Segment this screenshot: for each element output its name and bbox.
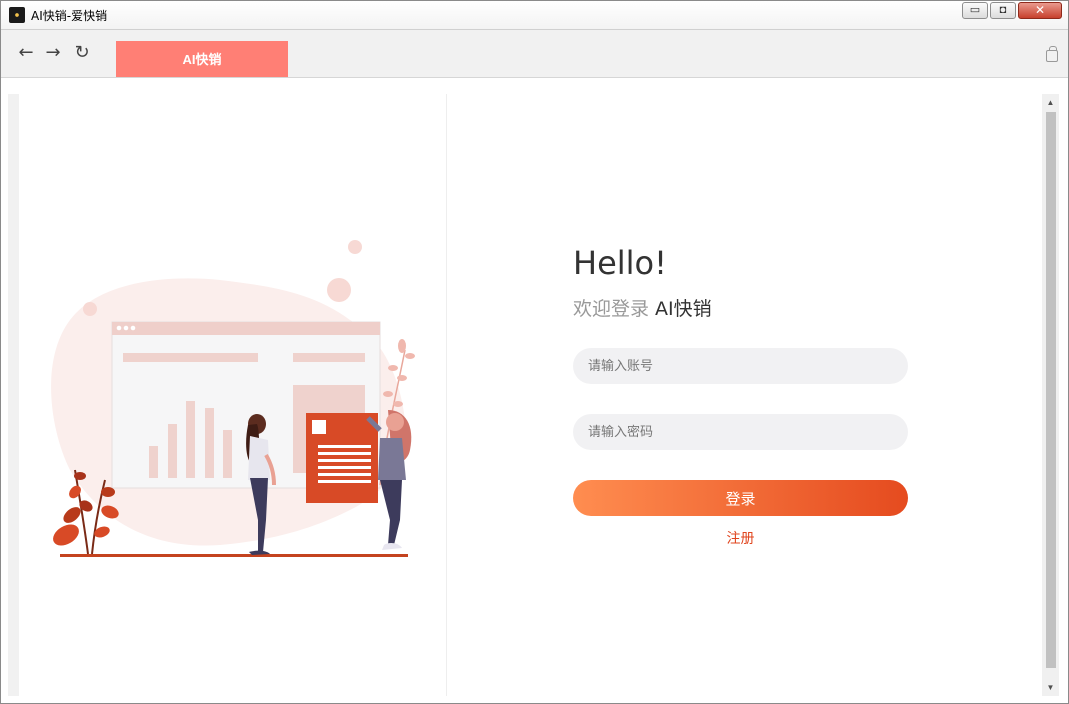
bar <box>223 430 232 478</box>
reload-button[interactable]: ↻ <box>71 42 93 64</box>
close-icon: ✕ <box>1034 3 1046 17</box>
maximize-button[interactable]: ◘ <box>990 2 1016 19</box>
window-controls: ▭ ◘ ✕ <box>960 2 1062 20</box>
welcome-prefix: 欢迎登录 <box>573 298 656 320</box>
scroll-up-icon[interactable]: ▲ <box>1042 94 1059 111</box>
login-illustration <box>51 240 415 557</box>
bubble <box>327 278 351 302</box>
app-icon <box>9 7 25 23</box>
back-button[interactable]: ← <box>15 42 37 64</box>
bar <box>186 401 195 478</box>
browser-toolbar: ← → ↻ AI快销 <box>1 30 1068 78</box>
minimize-icon: ▭ <box>969 4 981 16</box>
scroll-down-icon[interactable]: ▼ <box>1042 679 1059 696</box>
doc-line <box>318 466 371 469</box>
text-line <box>293 353 365 362</box>
dot <box>123 325 129 331</box>
welcome-brand: AI快销 <box>655 298 712 320</box>
bubble <box>83 302 97 316</box>
dot <box>130 325 136 331</box>
register-link[interactable]: 注册 <box>573 528 908 548</box>
bar <box>149 446 158 478</box>
title-bar: AI快销-爱快销 ▭ ◘ ✕ <box>1 1 1068 30</box>
login-button[interactable]: 登录 <box>573 480 908 516</box>
minimize-button[interactable]: ▭ <box>962 2 988 19</box>
left-margin <box>8 94 19 696</box>
ground <box>60 554 408 557</box>
hello-heading: Hello! <box>573 244 667 282</box>
vertical-scrollbar[interactable]: ▲ ▼ <box>1042 94 1059 696</box>
document-thumb <box>312 420 326 434</box>
maximize-icon: ◘ <box>999 4 1007 16</box>
close-button[interactable]: ✕ <box>1018 2 1062 19</box>
window-title: AI快销-爱快销 <box>31 9 108 23</box>
bar <box>168 424 177 478</box>
welcome-subtitle: 欢迎登录 AI快销 <box>573 294 712 321</box>
forward-button[interactable]: → <box>42 42 64 64</box>
dot <box>116 325 122 331</box>
doc-line <box>318 473 371 476</box>
text-line <box>123 353 258 362</box>
card-header <box>112 322 380 335</box>
scroll-thumb[interactable] <box>1046 112 1056 668</box>
bar <box>205 408 214 478</box>
doc-line <box>318 445 371 448</box>
extension-icon[interactable] <box>1046 46 1058 62</box>
tab-aikuaixiao[interactable]: AI快销 <box>116 41 288 77</box>
doc-line <box>318 452 371 455</box>
doc-line <box>318 459 371 462</box>
account-input[interactable] <box>573 348 908 384</box>
doc-line <box>318 480 371 483</box>
bubble <box>348 240 362 254</box>
password-input[interactable] <box>573 414 908 450</box>
